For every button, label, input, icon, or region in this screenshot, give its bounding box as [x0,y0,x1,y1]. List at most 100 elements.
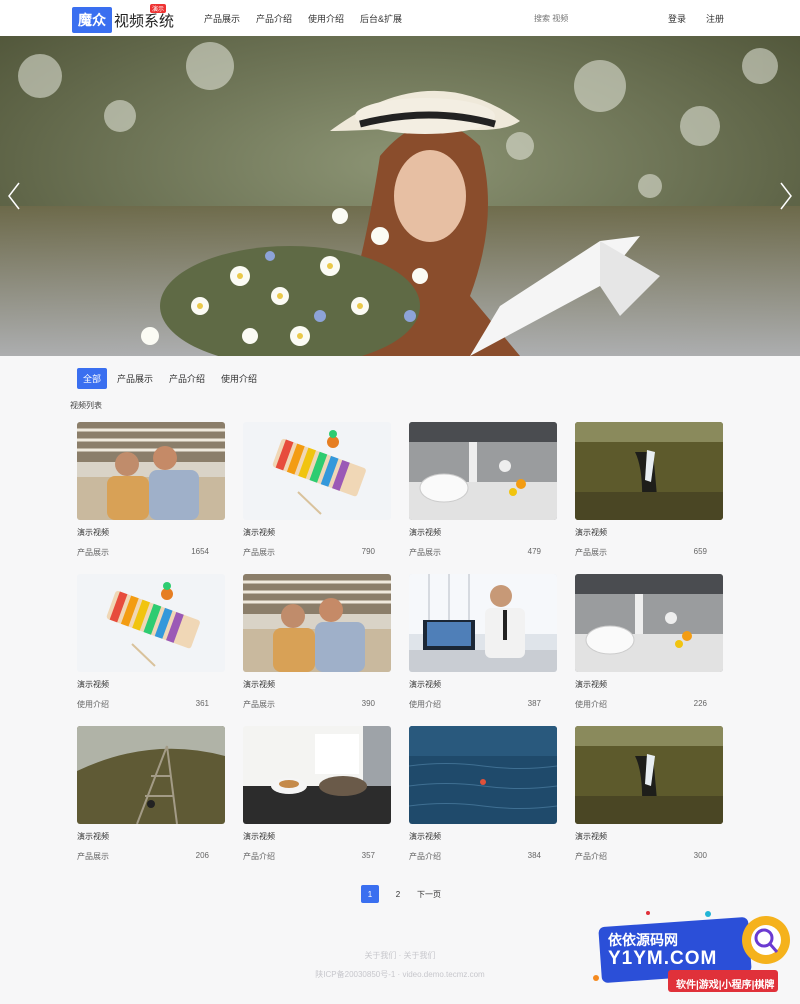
video-view-count: 659 [693,547,707,556]
page-button-2[interactable]: 2 [389,885,407,903]
video-card[interactable]: 演示视频使用介绍 387 [409,574,557,726]
video-grid: 演示视频 产品展示 1654 演示视频 产品展示 790 演示视频 产品展示 479 演示视频 产品… [77,422,725,878]
thumbnail-image [409,726,557,824]
video-title[interactable]: 演示视频 [575,679,723,690]
search-input[interactable] [534,10,644,26]
video-title[interactable]: 演示视频 [409,527,557,538]
watermark-logo: 依依源码网 Y1YM.COM 软件|游戏|小程序|棋牌 [588,908,798,999]
page-button-1[interactable]: 1 [361,885,379,903]
video-title[interactable]: 演示视频 [409,831,557,842]
video-title[interactable]: 演示视频 [243,831,391,842]
hero-banner[interactable] [0,36,800,356]
video-meta: 使用介绍 387 [409,699,557,710]
video-card[interactable]: 演示视频产品介绍 357 [243,726,391,878]
thumbnail-image [77,422,225,520]
video-card[interactable]: 演示视频产品介绍 300 [575,726,723,878]
video-card[interactable]: 演示视频产品展示 790 [243,422,391,574]
chevron-right-icon [780,182,792,210]
video-meta: 产品展示 206 [77,851,225,862]
video-thumbnail[interactable] [409,726,557,824]
video-category: 产品展示 [243,548,275,557]
register-link[interactable]: 注册 [706,12,724,25]
video-thumbnail[interactable] [243,574,391,672]
video-card[interactable]: 演示视频 产品展示 1654 [77,422,225,574]
tab-usage-intro[interactable]: 使用介绍 [215,368,263,389]
video-view-count: 226 [693,699,707,708]
section-title: 视频列表 [70,401,102,410]
video-category: 产品展示 [409,548,441,557]
video-category: 产品介绍 [243,852,275,861]
video-title[interactable]: 演示视频 [77,831,225,842]
video-thumbnail[interactable] [409,574,557,672]
thumbnail-image [77,726,225,824]
video-title[interactable]: 演示视频 [575,527,723,538]
video-thumbnail[interactable] [77,422,225,520]
video-meta: 产品介绍 384 [409,851,557,862]
video-meta: 产品展示 659 [575,547,723,558]
video-thumbnail[interactable] [243,726,391,824]
tab-product-intro[interactable]: 产品介绍 [163,368,211,389]
video-category: 产品展示 [575,548,607,557]
video-card[interactable]: 演示视频使用介绍 226 [575,574,723,726]
video-card[interactable]: 演示视频产品展示 390 [243,574,391,726]
video-thumbnail[interactable] [77,574,225,672]
watermark-line2: Y1YM.COM [608,948,718,969]
thumbnail-image [575,574,723,672]
next-page-button[interactable]: 下一页 [417,885,441,903]
video-title[interactable]: 演示视频 [243,679,391,690]
main-nav: 产品展示 产品介绍 使用介绍 后台&扩展 [196,0,410,36]
video-category: 产品展示 [77,548,109,557]
video-card[interactable]: 演示视频产品展示 479 [409,422,557,574]
thumbnail-image [243,574,391,672]
auth-links: 登录 注册 [648,0,724,36]
video-view-count: 300 [693,851,707,860]
video-thumbnail[interactable] [77,726,225,824]
video-category: 产品展示 [243,700,275,709]
video-thumbnail[interactable] [575,574,723,672]
video-category: 使用介绍 [77,700,109,709]
nav-item-usage-intro[interactable]: 使用介绍 [308,12,344,25]
video-title[interactable]: 演示视频 [77,679,225,690]
banner-prev-button[interactable] [4,176,24,216]
video-view-count: 387 [527,699,541,708]
logo-mark: 魔众 [72,7,112,33]
video-thumbnail[interactable] [575,726,723,824]
video-thumbnail[interactable] [575,422,723,520]
video-category: 产品介绍 [409,852,441,861]
nav-item-product-intro[interactable]: 产品介绍 [256,12,292,25]
pagination: 1 2 下一页 [361,885,451,903]
video-title[interactable]: 演示视频 [575,831,723,842]
video-title[interactable]: 演示视频 [243,527,391,538]
video-view-count: 384 [527,851,541,860]
site-logo[interactable]: 魔众 视频系统 演示 [72,4,174,33]
video-card[interactable]: 演示视频产品展示 659 [575,422,723,574]
watermark-line3: 软件|游戏|小程序|棋牌 [676,980,775,991]
thumbnail-image [243,726,391,824]
video-title[interactable]: 演示视频 [409,679,557,690]
nav-item-product-show[interactable]: 产品展示 [204,12,240,25]
banner-next-button[interactable] [776,176,796,216]
category-tabs: 全部 产品展示 产品介绍 使用介绍 [77,368,267,389]
video-view-count: 357 [361,851,375,860]
nav-item-admin-extend[interactable]: 后台&扩展 [360,12,402,25]
video-thumbnail[interactable] [243,422,391,520]
video-card[interactable]: 演示视频产品介绍 384 [409,726,557,878]
video-category: 产品展示 [77,852,109,861]
thumbnail-image [409,574,557,672]
video-card[interactable]: 演示视频产品展示 206 [77,726,225,878]
video-meta: 产品展示 790 [243,547,391,558]
video-title[interactable]: 演示视频 [77,527,225,538]
video-thumbnail[interactable] [409,422,557,520]
video-meta: 产品展示 479 [409,547,557,558]
thumbnail-image [409,422,557,520]
video-view-count: 390 [361,699,375,708]
video-meta: 产品介绍 357 [243,851,391,862]
video-card[interactable]: 演示视频 使用介绍 361 [77,574,225,726]
login-link[interactable]: 登录 [668,12,686,25]
video-view-count: 206 [195,851,209,860]
tab-all[interactable]: 全部 [77,368,108,389]
video-meta: 使用介绍 226 [575,699,723,710]
tab-product-show[interactable]: 产品展示 [111,368,159,389]
video-meta: 产品介绍 300 [575,851,723,862]
thumbnail-image [575,422,723,520]
